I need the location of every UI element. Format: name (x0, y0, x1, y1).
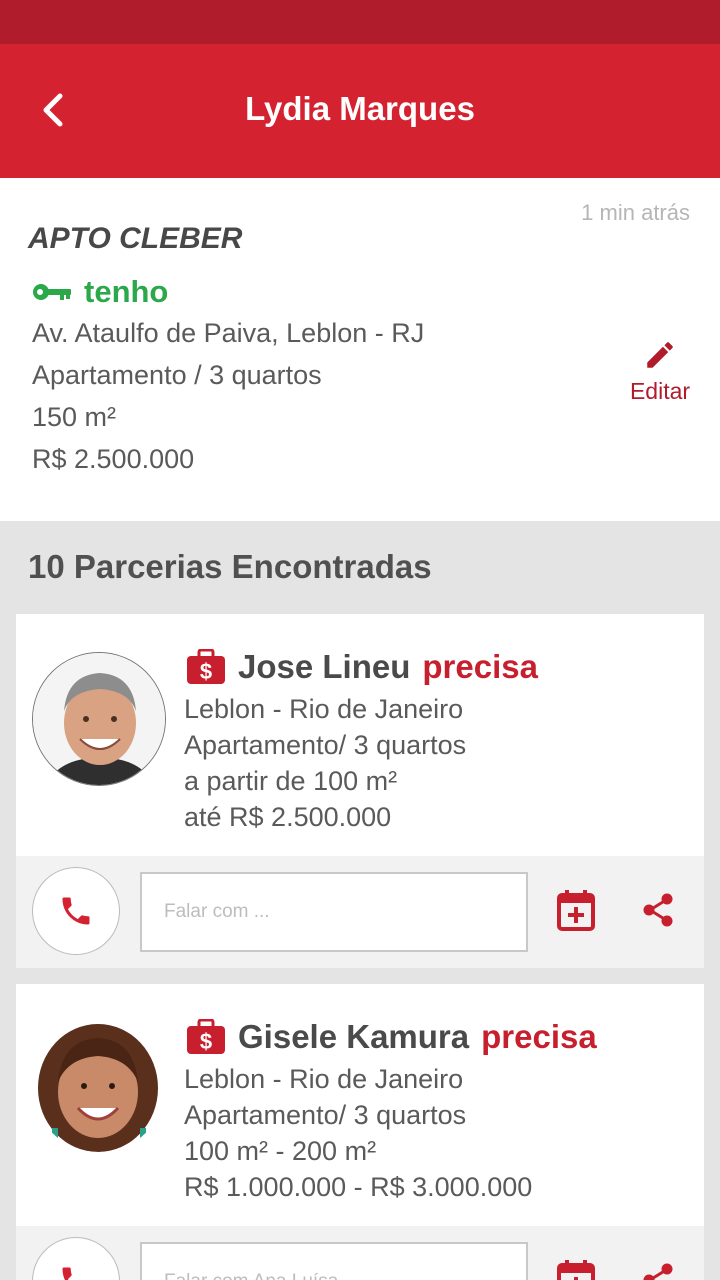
schedule-button[interactable] (556, 889, 596, 931)
partner-name: Gisele Kamura (238, 1018, 470, 1055)
calendar-add-icon (557, 890, 595, 931)
call-button[interactable] (32, 867, 120, 955)
avatar (32, 1018, 166, 1152)
partner-price: até R$ 2.500.000 (184, 802, 392, 832)
message-input[interactable] (140, 1242, 528, 1280)
partner-card: $ Jose Lineu precisa Leblon - Rio de Jan… (16, 614, 704, 968)
share-button[interactable] (640, 892, 676, 928)
money-bag-icon: $ (187, 1019, 225, 1054)
partner-area: 100 m² - 200 m² (184, 1136, 377, 1166)
share-icon (643, 893, 673, 927)
listing-status-label: tenho (84, 274, 169, 309)
results-title: 10 Parcerias Encontradas (28, 548, 432, 585)
avatar (32, 652, 166, 786)
calendar-add-icon (557, 1260, 595, 1280)
partner-header: $ Jose Lineu precisa (186, 648, 538, 686)
phone-icon (62, 1267, 72, 1280)
page-title: Lydia Marques (245, 90, 475, 127)
edit-button[interactable]: Editar (618, 338, 702, 405)
partner-type: Apartamento/ 3 quartos (184, 1100, 467, 1130)
partner-type: Apartamento/ 3 quartos (184, 730, 467, 760)
listing-name: APTO CLEBER (28, 222, 243, 255)
status-bar (0, 0, 720, 44)
edit-label: Editar (629, 378, 691, 404)
listing-card: 1 min atrás APTO CLEBER tenho Av. Ataulf… (0, 178, 720, 521)
partner-location: Leblon - Rio de Janeiro (184, 694, 464, 724)
partner-actions (16, 1226, 704, 1280)
partner-area: a partir de 100 m² (184, 766, 398, 796)
share-button[interactable] (640, 1262, 676, 1280)
listing-status: tenho (32, 274, 168, 310)
message-input[interactable] (140, 872, 528, 952)
partner-header: $ Gisele Kamura precisa (186, 1018, 597, 1056)
pencil-icon (647, 342, 673, 368)
partner-card: $ Gisele Kamura precisa Leblon - Rio de … (16, 984, 704, 1280)
partner-location: Leblon - Rio de Janeiro (184, 1064, 464, 1094)
share-icon (643, 1263, 673, 1280)
svg-text:$: $ (200, 659, 212, 684)
svg-text:$: $ (200, 1029, 212, 1054)
listing-area: 150 m² (32, 402, 117, 432)
partner-price: R$ 1.000.000 - R$ 3.000.000 (184, 1172, 533, 1202)
key-icon (33, 284, 71, 300)
partner-need-label: precisa (481, 1018, 597, 1055)
app-bar: Lydia Marques (0, 44, 720, 178)
partner-name: Jose Lineu (238, 648, 411, 685)
partner-actions (16, 856, 704, 968)
listing-type: Apartamento / 3 quartos (32, 360, 322, 390)
call-button[interactable] (32, 1237, 120, 1280)
partner-need-label: precisa (422, 648, 538, 685)
listing-price: R$ 2.500.000 (32, 444, 195, 474)
money-bag-icon: $ (187, 649, 225, 684)
listing-address: Av. Ataulfo de Paiva, Leblon - RJ (32, 318, 425, 348)
listing-time: 1 min atrás (581, 200, 690, 225)
schedule-button[interactable] (556, 1259, 596, 1280)
phone-icon (62, 897, 90, 925)
